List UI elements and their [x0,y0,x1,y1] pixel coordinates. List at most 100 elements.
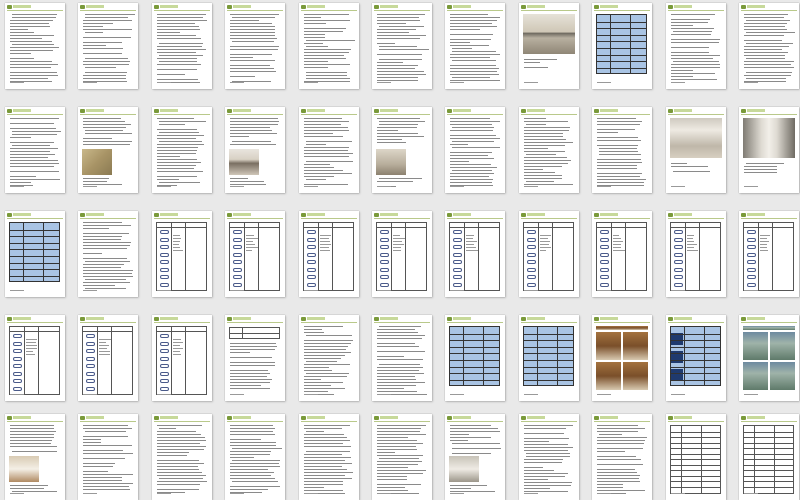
text-line [230,121,280,122]
document-page[interactable] [445,414,506,500]
table-header-line [156,331,206,332]
document-page[interactable] [518,414,579,500]
document-page[interactable] [78,107,139,193]
text-line [156,437,206,438]
text-line [83,270,133,271]
table-row-line [744,475,793,477]
photo-gym [770,362,795,390]
text-line [377,370,419,371]
document-page[interactable] [78,3,139,89]
document-page[interactable] [372,107,432,193]
document-page[interactable] [78,414,139,500]
text-line [377,14,425,15]
text-line [452,170,493,171]
document-page[interactable] [739,315,799,401]
text-line [525,453,571,454]
document-page[interactable] [151,107,212,193]
document-page[interactable] [665,3,726,89]
document-page[interactable] [592,3,653,89]
document-page[interactable] [5,315,65,401]
form-table [82,326,134,395]
document-page[interactable] [445,107,506,193]
table-row-line [744,464,793,466]
document-page[interactable] [5,3,65,89]
table-text-line [172,235,180,236]
document-page[interactable] [739,3,799,89]
document-page[interactable] [592,414,653,500]
text-line [744,17,784,18]
document-page[interactable] [298,315,359,401]
document-page[interactable] [151,414,212,500]
document-page[interactable] [372,315,432,401]
document-page[interactable] [225,414,286,500]
document-page[interactable] [592,315,653,401]
text-line [523,130,570,131]
document-page[interactable] [739,414,799,500]
flowchart-node [380,267,389,272]
table-row-line [10,269,59,271]
document-page[interactable] [518,211,579,297]
document-page[interactable] [518,3,579,89]
page-header [667,213,724,219]
document-page[interactable] [445,315,506,401]
document-page[interactable] [518,107,579,193]
document-page[interactable] [151,3,212,89]
header-logo [447,416,453,420]
document-page[interactable] [225,3,286,89]
document-page[interactable] [5,211,65,297]
header-band [13,416,31,419]
document-page[interactable] [5,107,65,193]
document-page[interactable] [445,3,506,89]
document-page[interactable] [5,414,65,500]
document-page[interactable] [739,107,799,193]
small-table [229,327,281,339]
document-page[interactable] [78,211,139,297]
text-line [523,476,566,477]
document-page[interactable] [225,107,286,193]
page-footer-line [303,493,318,494]
text-line [450,54,500,55]
text-line [744,55,785,56]
text-line [83,184,123,185]
document-page[interactable] [665,414,726,500]
document-page[interactable] [665,315,726,401]
document-page[interactable] [445,211,506,297]
document-page[interactable] [592,107,653,193]
document-page[interactable] [592,211,653,297]
text-line [303,156,350,157]
document-page[interactable] [151,315,212,401]
text-line [12,14,57,15]
text-line [156,466,199,467]
text-line [156,443,200,444]
document-page[interactable] [739,211,799,297]
document-page[interactable] [372,211,432,297]
header-band [233,213,252,216]
document-page[interactable] [665,211,726,297]
document-page[interactable] [665,107,726,193]
text-line [523,121,568,122]
text-line [670,22,709,23]
table-text-line [172,354,182,355]
document-page[interactable] [225,211,286,297]
document-page[interactable] [298,414,359,500]
header-rule [7,421,63,422]
text-line [10,26,50,27]
text-line [377,62,403,63]
document-page[interactable] [518,315,579,401]
text-line [85,67,117,68]
document-page[interactable] [225,315,286,401]
document-page[interactable] [151,211,212,297]
document-page[interactable] [78,315,139,401]
header-logo [153,416,159,420]
text-line [450,68,499,69]
text-line [156,38,201,39]
document-page[interactable] [372,414,432,500]
text-line [10,61,52,62]
document-page[interactable] [298,3,359,89]
document-page[interactable] [298,211,359,297]
document-page[interactable] [298,107,359,193]
text-line [377,440,417,441]
document-page[interactable] [372,3,432,89]
text-line [230,130,272,131]
header-band [159,416,178,419]
